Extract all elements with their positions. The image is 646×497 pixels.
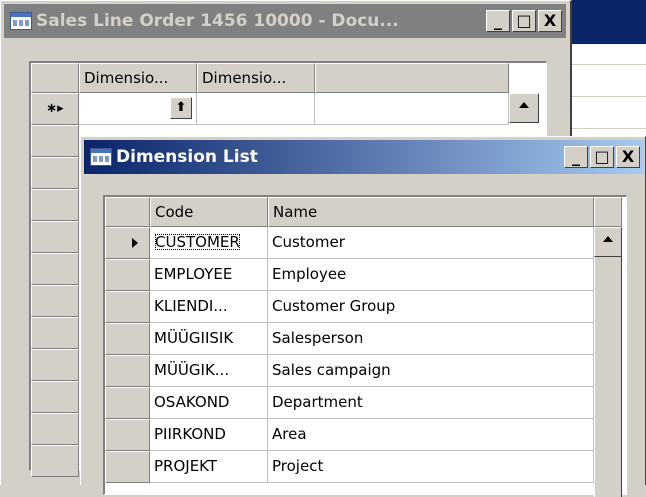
table-row-name[interactable]: Area xyxy=(268,419,594,451)
table-row-code[interactable]: CUSTOMER xyxy=(150,227,268,259)
column-header-code[interactable]: Code xyxy=(150,197,268,227)
table-row-code[interactable]: EMPLOYEE xyxy=(150,259,268,291)
column-header-dimension-code[interactable]: Dimensio... xyxy=(79,63,197,93)
maximize-button[interactable]: □ xyxy=(512,10,536,32)
row-selector[interactable] xyxy=(105,355,150,387)
up-triangle-icon xyxy=(519,102,529,108)
row-selector[interactable] xyxy=(31,381,79,413)
table-row-name[interactable]: Sales campaign xyxy=(268,355,594,387)
dimension-list-grid[interactable]: Code Name CUSTOMER Customer EMPLOYEE Emp… xyxy=(103,195,627,497)
row-selector[interactable] xyxy=(31,189,79,221)
row-selector[interactable] xyxy=(31,413,79,445)
row-selector[interactable] xyxy=(105,291,150,323)
table-row-code[interactable]: KLIENDI... xyxy=(150,291,268,323)
scroll-up-button[interactable] xyxy=(594,227,622,257)
row-selector[interactable] xyxy=(31,285,79,317)
row-selector[interactable] xyxy=(105,451,150,483)
table-row-code[interactable]: OSAKOND xyxy=(150,387,268,419)
new-row-marker[interactable]: ∗▸ xyxy=(31,93,79,125)
table-row-name[interactable]: Customer xyxy=(268,227,594,259)
row-selector[interactable] xyxy=(31,349,79,381)
column-header-name[interactable]: Name xyxy=(268,197,594,227)
table-row-name[interactable]: Salesperson xyxy=(268,323,594,355)
close-button[interactable]: X xyxy=(538,10,562,32)
sales-line-title: Sales Line Order 1456 10000 - Docu... xyxy=(36,11,399,31)
code-value: CUSTOMER xyxy=(154,233,240,251)
row-selector[interactable] xyxy=(31,125,79,157)
sales-line-title-bar[interactable]: Sales Line Order 1456 10000 - Docu... _ … xyxy=(4,4,566,38)
grid-line xyxy=(566,128,646,129)
maximize-button[interactable]: □ xyxy=(590,146,614,168)
row-selector[interactable] xyxy=(105,323,150,355)
table-row-name[interactable]: Customer Group xyxy=(268,291,594,323)
table-row-name[interactable]: Employee xyxy=(268,259,594,291)
row-selector[interactable] xyxy=(31,445,79,477)
table-row-code[interactable]: MÜÜGIK... xyxy=(150,355,268,387)
table-row-code[interactable]: PROJEKT xyxy=(150,451,268,483)
dimension-list-title: Dimension List xyxy=(116,147,258,167)
scroll-up-button[interactable] xyxy=(509,93,539,123)
row-selector[interactable] xyxy=(31,317,79,349)
table-row-name[interactable]: Project xyxy=(268,451,594,483)
row-selector[interactable] xyxy=(105,387,150,419)
background-title-bar xyxy=(566,0,646,44)
grid-corner xyxy=(31,63,79,93)
minimize-button[interactable]: _ xyxy=(486,10,510,32)
grid-line xyxy=(566,96,646,97)
current-row-indicator-icon xyxy=(132,238,138,248)
dimension-code-cell[interactable]: ⬆ xyxy=(79,93,197,125)
form-icon xyxy=(90,148,112,166)
form-icon xyxy=(10,12,32,30)
close-button[interactable]: X xyxy=(616,146,640,168)
table-row-code[interactable]: PIIRKOND xyxy=(150,419,268,451)
row-selector[interactable] xyxy=(105,419,150,451)
column-header-dimension-value[interactable]: Dimensio... xyxy=(197,63,315,93)
row-selector[interactable] xyxy=(31,157,79,189)
dimension-list-window: Dimension List _ □ X Code Name CUSTOMER … xyxy=(80,136,646,497)
row-selector[interactable] xyxy=(105,259,150,291)
table-row-name[interactable]: Department xyxy=(268,387,594,419)
empty-cell xyxy=(315,93,509,125)
table-row-code[interactable]: MÜÜGIISIK xyxy=(150,323,268,355)
minimize-button[interactable]: _ xyxy=(564,146,588,168)
row-selector[interactable] xyxy=(105,227,150,259)
column-header-empty xyxy=(315,63,509,93)
grid-corner xyxy=(105,197,150,227)
row-selector[interactable] xyxy=(31,253,79,285)
up-arrow-icon[interactable]: ⬆ xyxy=(170,97,192,119)
dimension-list-title-bar[interactable]: Dimension List _ □ X xyxy=(84,140,644,174)
column-header-empty xyxy=(594,197,622,227)
dimension-value-cell[interactable] xyxy=(197,93,315,125)
grid-line xyxy=(566,64,646,65)
row-selector[interactable] xyxy=(31,221,79,253)
scrollbar-track[interactable] xyxy=(594,257,622,497)
up-triangle-icon xyxy=(603,236,613,242)
